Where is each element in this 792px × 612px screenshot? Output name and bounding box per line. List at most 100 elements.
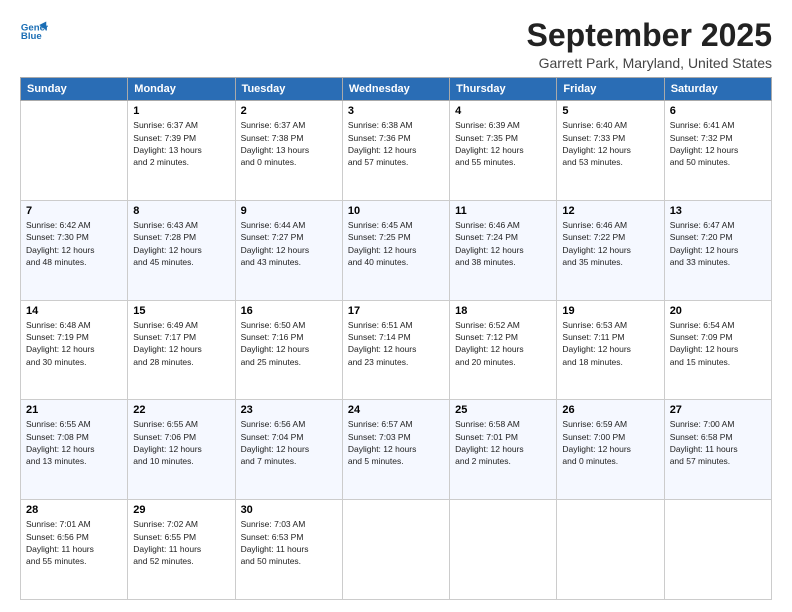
- day-number: 20: [670, 305, 766, 317]
- day-number: 6: [670, 105, 766, 117]
- logo-icon: General Blue: [20, 18, 48, 46]
- table-cell: 5Sunrise: 6:40 AMSunset: 7:33 PMDaylight…: [557, 101, 664, 201]
- day-info: Sunrise: 6:56 AMSunset: 7:04 PMDaylight:…: [241, 418, 337, 467]
- svg-text:Blue: Blue: [21, 31, 42, 42]
- day-number: 23: [241, 404, 337, 416]
- day-info: Sunrise: 6:45 AMSunset: 7:25 PMDaylight:…: [348, 219, 444, 268]
- daylight-info: Daylight: 12 hours: [670, 245, 739, 255]
- daylight-info: Daylight: 11 hours: [26, 544, 94, 554]
- day-info: Sunrise: 6:58 AMSunset: 7:01 PMDaylight:…: [455, 418, 551, 467]
- day-info: Sunrise: 6:42 AMSunset: 7:30 PMDaylight:…: [26, 219, 122, 268]
- table-cell: [664, 500, 771, 600]
- table-cell: 25Sunrise: 6:58 AMSunset: 7:01 PMDayligh…: [450, 400, 557, 500]
- table-cell: 27Sunrise: 7:00 AMSunset: 6:58 PMDayligh…: [664, 400, 771, 500]
- table-cell: 29Sunrise: 7:02 AMSunset: 6:55 PMDayligh…: [128, 500, 235, 600]
- daylight-info: Daylight: 11 hours: [133, 544, 201, 554]
- col-wednesday: Wednesday: [342, 78, 449, 101]
- calendar-table: Sunday Monday Tuesday Wednesday Thursday…: [20, 77, 772, 600]
- week-row-2: 7 Sunrise: 6:42 AMSunset: 7:30 PMDaylight…: [21, 200, 772, 300]
- daylight-info: Daylight: 12 hours: [455, 145, 524, 155]
- day-info: Sunrise: 6:59 AMSunset: 7:00 PMDaylight:…: [562, 418, 658, 467]
- daylight-info: Daylight: 12 hours: [133, 245, 202, 255]
- table-cell: 17Sunrise: 6:51 AMSunset: 7:14 PMDayligh…: [342, 300, 449, 400]
- day-number: 7: [26, 205, 122, 217]
- day-info: Sunrise: 6:41 AMSunset: 7:32 PMDaylight:…: [670, 119, 766, 168]
- table-cell: 8Sunrise: 6:43 AMSunset: 7:28 PMDaylight…: [128, 200, 235, 300]
- day-number: 29: [133, 504, 229, 516]
- day-info: Sunrise: 6:38 AMSunset: 7:36 PMDaylight:…: [348, 119, 444, 168]
- table-cell: 21Sunrise: 6:55 AMSunset: 7:08 PMDayligh…: [21, 400, 128, 500]
- day-number: 21: [26, 404, 122, 416]
- daylight-info: Daylight: 12 hours: [26, 444, 95, 454]
- day-info: Sunrise: 6:46 AMSunset: 7:22 PMDaylight:…: [562, 219, 658, 268]
- table-cell: 2 Sunrise: 6:37 AMSunset: 7:38 PMDaylight…: [235, 101, 342, 201]
- col-tuesday: Tuesday: [235, 78, 342, 101]
- table-cell: 4Sunrise: 6:39 AMSunset: 7:35 PMDaylight…: [450, 101, 557, 201]
- daylight-info: Daylight: 13 hours: [133, 145, 202, 155]
- table-cell: 10Sunrise: 6:45 AMSunset: 7:25 PMDayligh…: [342, 200, 449, 300]
- day-info: Sunrise: 6:53 AMSunset: 7:11 PMDaylight:…: [562, 319, 658, 368]
- table-cell: 1 Sunrise: 6:37 AMSunset: 7:39 PMDaylight…: [128, 101, 235, 201]
- day-info: Sunrise: 6:55 AMSunset: 7:06 PMDaylight:…: [133, 418, 229, 467]
- day-number: 16: [241, 305, 337, 317]
- table-cell: 16 Sunrise: 6:50 AMSunset: 7:16 PMDayligh…: [235, 300, 342, 400]
- page: General Blue September 2025 Garrett Park…: [0, 0, 792, 612]
- day-info: Sunrise: 6:50 AMSunset: 7:16 PMDaylight:…: [241, 319, 337, 368]
- table-cell: [342, 500, 449, 600]
- daylight-info: Daylight: 12 hours: [455, 344, 524, 354]
- daylight-info: Daylight: 11 hours: [241, 544, 309, 554]
- header: General Blue September 2025 Garrett Park…: [20, 18, 772, 71]
- day-info: Sunrise: 6:37 AMSunset: 7:39 PMDaylight:…: [133, 119, 229, 168]
- day-number: 4: [455, 105, 551, 117]
- day-info: Sunrise: 6:46 AMSunset: 7:24 PMDaylight:…: [455, 219, 551, 268]
- day-number: 17: [348, 305, 444, 317]
- day-number: 28: [26, 504, 122, 516]
- daylight-info: Daylight: 12 hours: [241, 444, 310, 454]
- table-cell: 14Sunrise: 6:48 AMSunset: 7:19 PMDayligh…: [21, 300, 128, 400]
- daylight-info: Daylight: 12 hours: [241, 344, 310, 354]
- daylight-info: Daylight: 12 hours: [670, 145, 739, 155]
- daylight-info: Daylight: 12 hours: [562, 344, 631, 354]
- table-cell: 23 Sunrise: 6:56 AMSunset: 7:04 PMDayligh…: [235, 400, 342, 500]
- day-number: 22: [133, 404, 229, 416]
- day-number: 30: [241, 504, 337, 516]
- day-number: 1: [133, 105, 229, 117]
- day-number: 11: [455, 205, 551, 217]
- day-info: Sunrise: 7:03 AMSunset: 6:53 PMDaylight:…: [241, 518, 337, 567]
- daylight-info: Daylight: 12 hours: [133, 444, 202, 454]
- table-cell: 20 Sunrise: 6:54 AMSunset: 7:09 PMDayligh…: [664, 300, 771, 400]
- day-number: 9: [241, 205, 337, 217]
- day-info: Sunrise: 6:37 AMSunset: 7:38 PMDaylight:…: [241, 119, 337, 168]
- daylight-info: Daylight: 12 hours: [26, 344, 95, 354]
- week-row-4: 21Sunrise: 6:55 AMSunset: 7:08 PMDayligh…: [21, 400, 772, 500]
- month-title: September 2025: [527, 18, 772, 53]
- day-info: Sunrise: 6:48 AMSunset: 7:19 PMDaylight:…: [26, 319, 122, 368]
- table-cell: 13Sunrise: 6:47 AMSunset: 7:20 PMDayligh…: [664, 200, 771, 300]
- table-cell: 3 Sunrise: 6:38 AMSunset: 7:36 PMDaylight…: [342, 101, 449, 201]
- day-number: 19: [562, 305, 658, 317]
- day-info: Sunrise: 7:00 AMSunset: 6:58 PMDaylight:…: [670, 418, 766, 467]
- table-cell: 18Sunrise: 6:52 AMSunset: 7:12 PMDayligh…: [450, 300, 557, 400]
- week-row-3: 14Sunrise: 6:48 AMSunset: 7:19 PMDayligh…: [21, 300, 772, 400]
- daylight-info: Daylight: 11 hours: [670, 444, 738, 454]
- day-info: Sunrise: 6:40 AMSunset: 7:33 PMDaylight:…: [562, 119, 658, 168]
- day-info: Sunrise: 6:47 AMSunset: 7:20 PMDaylight:…: [670, 219, 766, 268]
- title-block: September 2025 Garrett Park, Maryland, U…: [527, 18, 772, 71]
- day-number: 2: [241, 105, 337, 117]
- table-cell: 19 Sunrise: 6:53 AMSunset: 7:11 PMDayligh…: [557, 300, 664, 400]
- daylight-info: Daylight: 12 hours: [348, 145, 417, 155]
- calendar-header-row: Sunday Monday Tuesday Wednesday Thursday…: [21, 78, 772, 101]
- daylight-info: Daylight: 12 hours: [670, 344, 739, 354]
- day-number: 18: [455, 305, 551, 317]
- location-title: Garrett Park, Maryland, United States: [527, 55, 772, 71]
- daylight-info: Daylight: 12 hours: [455, 444, 524, 454]
- table-cell: 12 Sunrise: 6:46 AMSunset: 7:22 PMDayligh…: [557, 200, 664, 300]
- table-cell: 7 Sunrise: 6:42 AMSunset: 7:30 PMDaylight…: [21, 200, 128, 300]
- col-monday: Monday: [128, 78, 235, 101]
- daylight-info: Daylight: 12 hours: [562, 145, 631, 155]
- day-info: Sunrise: 6:54 AMSunset: 7:09 PMDaylight:…: [670, 319, 766, 368]
- col-sunday: Sunday: [21, 78, 128, 101]
- day-number: 24: [348, 404, 444, 416]
- day-number: 12: [562, 205, 658, 217]
- day-number: 3: [348, 105, 444, 117]
